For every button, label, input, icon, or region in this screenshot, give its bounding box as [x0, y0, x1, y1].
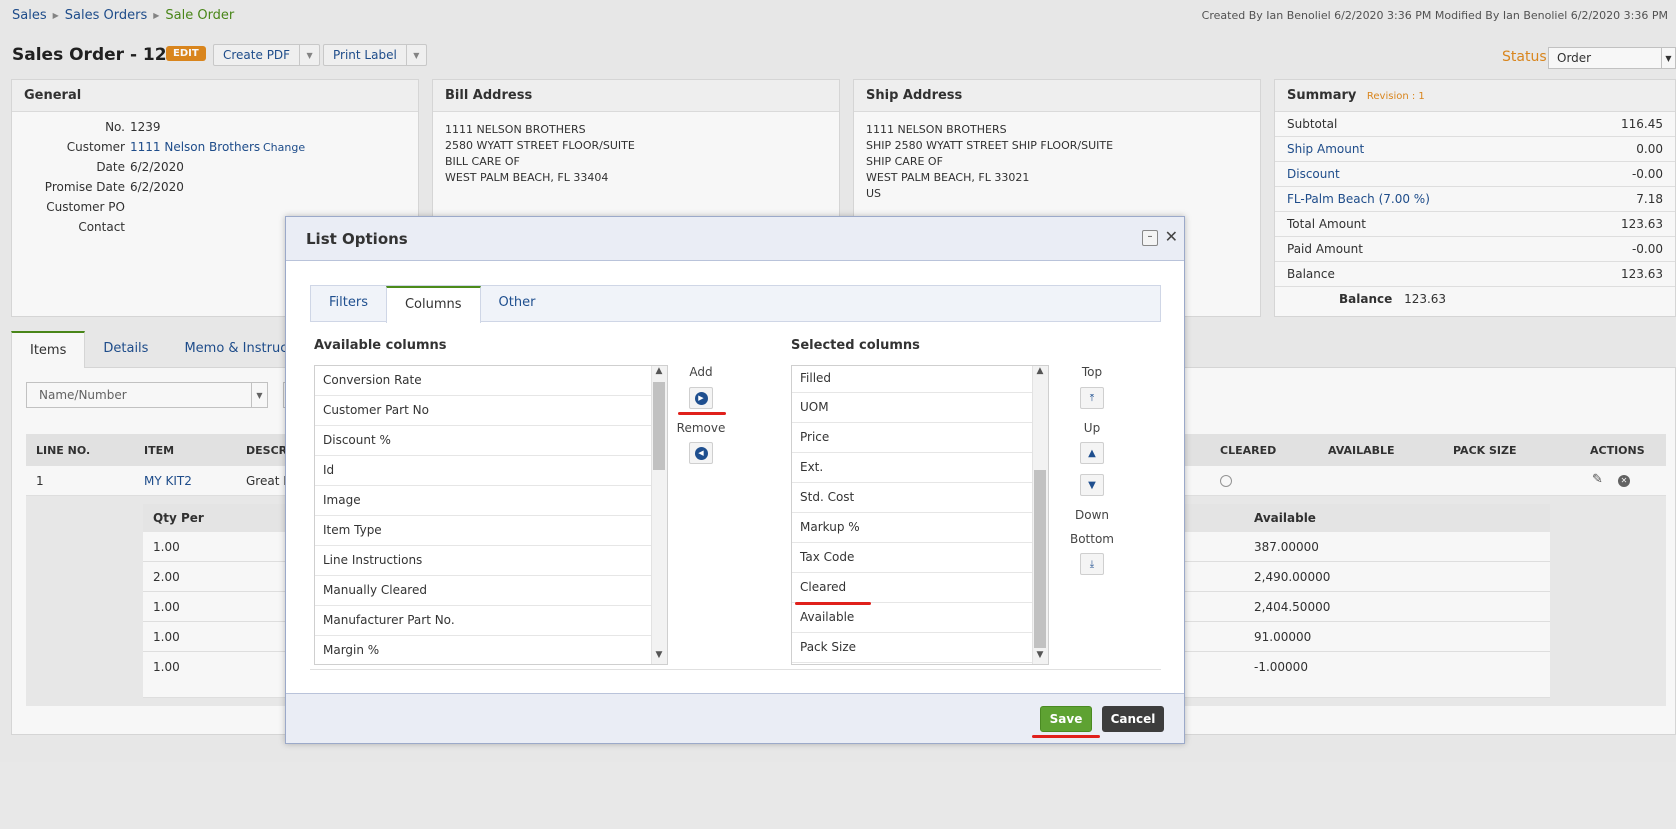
list-item[interactable]: Tax Code [792, 543, 1048, 573]
bottom-label: Bottom [1069, 532, 1114, 546]
list-item[interactable]: Manufacturer Part No. [315, 606, 667, 636]
cancel-button[interactable]: Cancel [1102, 706, 1164, 732]
save-button[interactable]: Save [1040, 706, 1092, 732]
down-label: Down [1074, 508, 1109, 522]
up-label: Up [1083, 421, 1101, 435]
list-item[interactable]: Item Type [315, 516, 667, 546]
move-top-button[interactable]: ⤒ [1080, 387, 1104, 409]
divider [310, 669, 1161, 670]
scrollbar-thumb[interactable] [653, 382, 665, 470]
list-item[interactable]: Cleared [792, 573, 1048, 603]
move-bottom-icon: ⤓ [1089, 558, 1095, 570]
arrow-down-icon: ▼ [1088, 479, 1096, 491]
chevron-up-icon[interactable]: ▲ [1032, 366, 1048, 380]
arrow-left-icon: ◀ [694, 446, 708, 460]
scrollbar[interactable]: ▲ ▼ [651, 366, 667, 664]
list-item[interactable]: Pack Size [792, 633, 1048, 663]
chevron-down-icon[interactable]: ▼ [1032, 650, 1048, 664]
remove-button[interactable]: ◀ [689, 442, 713, 464]
minimize-icon[interactable]: – [1142, 230, 1158, 246]
scrollbar[interactable]: ▲ ▼ [1032, 366, 1048, 664]
highlight-underline [1032, 735, 1100, 738]
list-item[interactable]: Id [315, 456, 667, 486]
list-item[interactable]: Price [792, 423, 1048, 453]
move-top-icon: ⤒ [1089, 392, 1095, 404]
list-item[interactable]: Manually Cleared [315, 576, 667, 606]
list-item[interactable]: Available [792, 603, 1048, 633]
tab-columns[interactable]: Columns [385, 286, 481, 323]
top-label: Top [1081, 365, 1103, 379]
move-bottom-button[interactable]: ⤓ [1080, 553, 1104, 575]
list-item[interactable]: Ext. [792, 453, 1048, 483]
remove-label: Remove [676, 421, 726, 435]
list-item[interactable]: Std. Cost [792, 483, 1048, 513]
selected-columns-list[interactable]: Filled UOM Price Ext. Std. Cost Markup %… [791, 365, 1049, 665]
available-columns-label: Available columns [314, 338, 447, 353]
selected-columns-label: Selected columns [791, 338, 920, 353]
list-item[interactable]: Margin % [315, 636, 667, 664]
tab-other[interactable]: Other [481, 286, 554, 322]
move-up-button[interactable]: ▲ [1080, 442, 1104, 464]
highlight-underline [795, 602, 871, 605]
dialog-footer: Save Cancel [286, 693, 1184, 743]
move-down-button[interactable]: ▼ [1080, 474, 1104, 496]
add-label: Add [689, 365, 713, 379]
list-item[interactable]: Customer Part No [315, 396, 667, 426]
list-item[interactable]: Discount % [315, 426, 667, 456]
list-options-dialog: List Options – ✕ Filters Columns Other A… [285, 216, 1185, 744]
list-item[interactable]: Conversion Rate [315, 366, 667, 396]
tab-filters[interactable]: Filters [311, 286, 386, 322]
list-item[interactable]: Line Instructions [315, 546, 667, 576]
close-icon[interactable]: ✕ [1165, 227, 1178, 246]
list-item[interactable]: Markup % [792, 513, 1048, 543]
add-button[interactable]: ▶ [689, 387, 713, 409]
scrollbar-thumb[interactable] [1034, 470, 1046, 648]
chevron-down-icon[interactable]: ▼ [651, 650, 667, 664]
arrow-right-icon: ▶ [694, 391, 708, 405]
dialog-tabs: Filters Columns Other [310, 285, 1161, 323]
dialog-title: List Options [306, 230, 408, 248]
highlight-underline [678, 412, 726, 415]
arrow-up-icon: ▲ [1088, 447, 1096, 459]
available-columns-list[interactable]: Conversion Rate Customer Part No Discoun… [314, 365, 668, 665]
list-item[interactable]: Filled [792, 366, 1048, 393]
chevron-up-icon[interactable]: ▲ [651, 366, 667, 380]
list-item[interactable]: Image [315, 486, 667, 516]
list-item[interactable]: UOM [792, 393, 1048, 423]
dialog-header: List Options – ✕ [286, 217, 1184, 261]
